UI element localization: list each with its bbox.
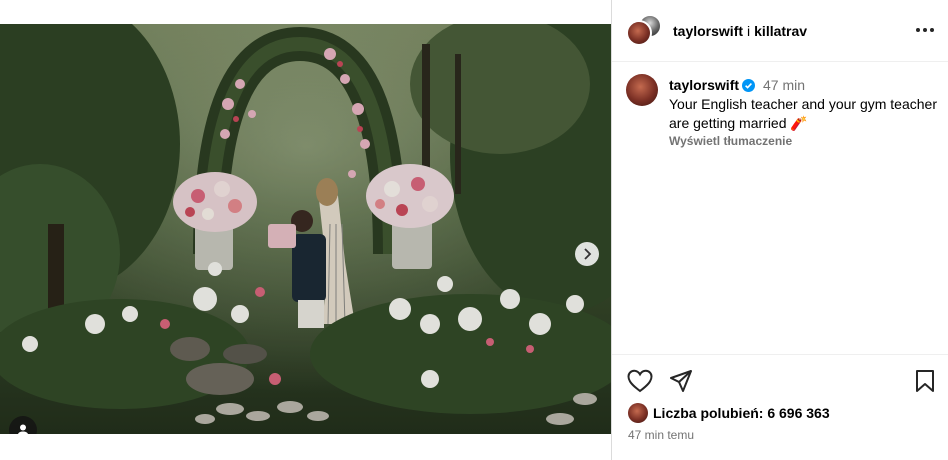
bookmark-icon [916, 370, 934, 392]
caption-username-link[interactable]: taylorswift [669, 77, 739, 93]
heart-icon [627, 369, 653, 393]
see-translation-link[interactable]: Wyświetl tłumaczenie [669, 134, 941, 148]
paper-plane-icon [670, 370, 692, 392]
post-authors: taylorswift i killatrav [673, 23, 807, 39]
verified-badge-icon [742, 79, 756, 92]
caption-timestamp[interactable]: 47 min [763, 77, 805, 93]
firecracker-emoji: 🧨 [790, 115, 808, 131]
save-button[interactable] [914, 369, 936, 398]
post-sidebar: taylorswift i killatrav taylorswift 47 min … [612, 0, 948, 460]
caption-body: taylorswift 47 min Your English teacher a… [669, 76, 941, 148]
likes-count[interactable]: Liczba polubień: 6 696 363 [653, 405, 830, 421]
post-photo[interactable] [0, 24, 612, 434]
likes-summary[interactable]: Liczba polubień: 6 696 363 [628, 403, 830, 423]
author-username-link[interactable]: taylorswift [673, 23, 743, 39]
collaborator-username-link[interactable]: killatrav [754, 23, 807, 39]
caption-header: taylorswift 47 min [669, 76, 941, 94]
post-time-ago[interactable]: 47 min temu [628, 428, 694, 442]
more-options-icon[interactable] [914, 20, 936, 40]
authors-separator: i [747, 23, 751, 39]
post-header: taylorswift i killatrav [612, 0, 948, 62]
garden-proposal-image [0, 24, 612, 434]
next-photo-button[interactable] [575, 242, 599, 266]
caption-text: Your English teacher and your gym teache… [669, 95, 941, 133]
caption-avatar[interactable] [626, 74, 658, 106]
chevron-right-icon [584, 248, 592, 260]
person-tag-icon [18, 424, 28, 434]
actions-divider [612, 354, 948, 355]
like-button[interactable] [627, 369, 653, 398]
share-button[interactable] [669, 369, 693, 398]
instagram-post-modal: taylorswift i killatrav taylorswift 47 min … [0, 0, 948, 460]
avatar-taylorswift[interactable] [626, 20, 652, 46]
collab-avatars[interactable] [626, 14, 662, 48]
liker-avatar [628, 403, 648, 423]
